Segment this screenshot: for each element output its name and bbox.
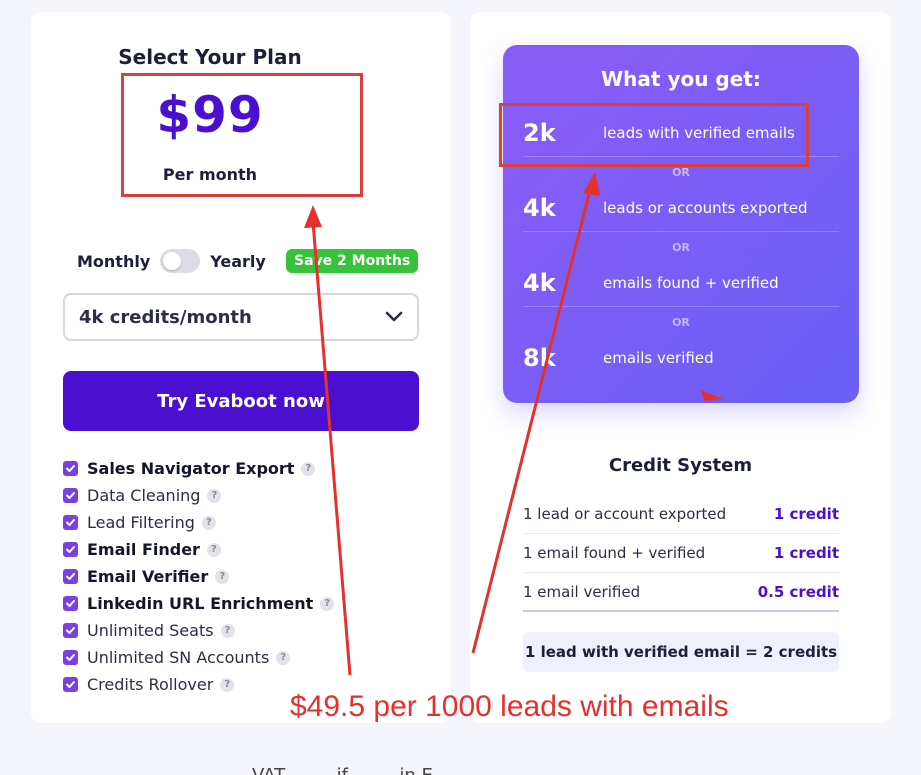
credit-summary: 1 lead with verified email = 2 credits [523, 632, 839, 672]
monthly-label[interactable]: Monthly [77, 252, 150, 271]
checkbox-checked-icon [63, 677, 78, 692]
help-icon[interactable]: ? [215, 569, 230, 584]
credit-value: 0.5 credit [757, 582, 839, 601]
credit-desc: 1 lead or account exported [523, 505, 727, 523]
feature-item: Data Cleaning? [63, 482, 334, 509]
feature-list: Sales Navigator Export? Data Cleaning? Lea… [63, 455, 335, 698]
annotation-text: $49.5 per 1000 leads with emails [290, 690, 729, 723]
plan-title: Select Your Plan [118, 45, 302, 69]
feature-item: Email Verifier? [63, 563, 334, 590]
credits-select[interactable]: 4k credits/month [63, 293, 419, 341]
toggle-knob [163, 252, 182, 270]
credit-system-title: Credit System [608, 455, 753, 476]
save-badge: Save 2 Months [286, 249, 419, 273]
try-evaboot-button[interactable]: Try Evaboot now [63, 371, 419, 431]
feature-item: Unlimited SN Accounts? [63, 644, 334, 671]
credit-value: 1 credit [773, 505, 839, 523]
feature-label: Lead Filtering [87, 513, 195, 532]
checkbox-checked-icon [63, 623, 78, 638]
feature-item: Linkedin URL Enrichment? [63, 590, 335, 617]
billing-toggle-row: Monthly Yearly [77, 249, 266, 273]
credit-row: 1 email verified 0.5 credit [523, 573, 839, 612]
feature-item: Email Finder? [63, 536, 334, 563]
offer-text: emails found + verified [603, 273, 779, 292]
help-icon[interactable]: ? [206, 542, 221, 557]
offer-title: What you get: [601, 67, 761, 91]
feature-label: Data Cleaning [87, 486, 201, 505]
help-icon[interactable]: ? [220, 677, 235, 692]
checkbox-checked-icon [63, 596, 78, 611]
or-separator: OR [672, 316, 690, 329]
checkbox-checked-icon [63, 542, 78, 557]
checkbox-checked-icon [63, 650, 78, 665]
vat-note: VAT ... ... if ... ... in E... [252, 765, 450, 775]
help-icon[interactable]: ? [276, 650, 291, 665]
feature-label: Linkedin URL Enrichment [87, 594, 314, 613]
credit-row: 1 lead or account exported 1 credit [523, 495, 839, 534]
checkbox-checked-icon [63, 569, 78, 584]
feature-label: Email Verifier [87, 567, 209, 586]
feature-label: Email Finder [87, 540, 200, 559]
offer-item: 8k emails verified [523, 334, 839, 382]
credit-row: 1 email found + verified 1 credit [523, 534, 839, 573]
or-separator: OR [672, 166, 690, 179]
help-icon[interactable]: ? [320, 596, 335, 611]
credits-select-value: 4k credits/month [79, 306, 252, 328]
feature-label: Credits Rollover [87, 675, 214, 694]
offer-highlight-box [499, 103, 809, 167]
help-icon[interactable]: ? [301, 461, 316, 476]
offer-text: emails verified [603, 349, 714, 367]
price-highlight-box [121, 73, 363, 197]
or-separator: OR [672, 241, 690, 254]
feature-item: Unlimited Seats? [63, 617, 334, 644]
credit-desc: 1 email found + verified [523, 544, 706, 562]
feature-label: Sales Navigator Export [87, 459, 295, 478]
billing-toggle[interactable] [160, 249, 201, 273]
offer-item: 4k emails found + verified [523, 259, 839, 307]
feature-item: Sales Navigator Export? [63, 455, 334, 482]
checkbox-checked-icon [63, 488, 78, 503]
offer-text: leads or accounts exported [603, 198, 808, 217]
checkbox-checked-icon [63, 515, 78, 530]
offer-item: 4k leads or accounts exported [523, 184, 839, 232]
chevron-down-icon [385, 311, 403, 322]
credit-desc: 1 email verified [523, 582, 641, 601]
offer-amount: 8k [523, 344, 556, 372]
yearly-label[interactable]: Yearly [210, 252, 266, 271]
help-icon[interactable]: ? [201, 515, 216, 530]
help-icon[interactable]: ? [220, 623, 235, 638]
checkbox-checked-icon [63, 461, 78, 476]
feature-item: Lead Filtering? [63, 509, 334, 536]
what-you-get-panel: What you get: 2k leads with verified ema… [503, 45, 859, 403]
feature-label: Unlimited Seats [87, 621, 214, 640]
offer-amount: 4k [523, 268, 556, 297]
feature-label: Unlimited SN Accounts [87, 648, 270, 667]
help-icon[interactable]: ? [207, 488, 222, 503]
credit-value: 1 credit [773, 544, 839, 562]
offer-amount: 4k [523, 193, 556, 222]
